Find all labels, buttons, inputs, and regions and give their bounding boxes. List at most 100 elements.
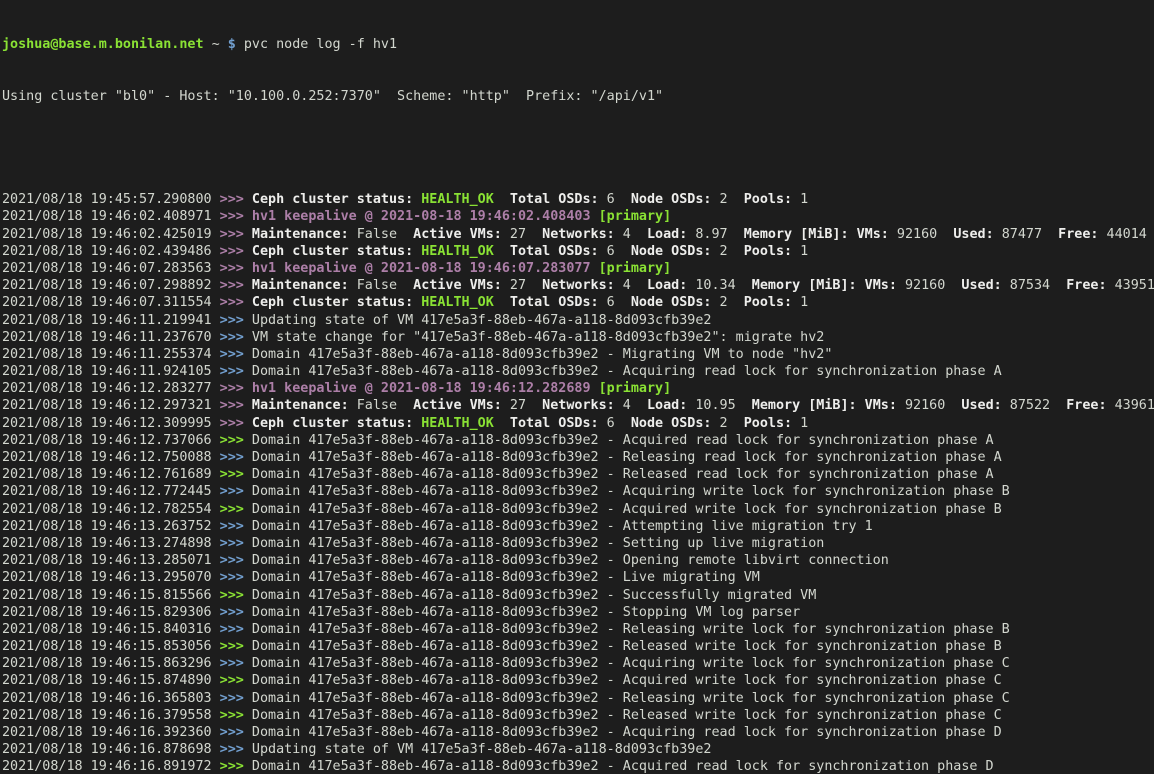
field-label: Node OSDs:	[631, 244, 712, 259]
field-label: Memory [MiB]: VMs:	[752, 398, 897, 413]
log-arrow-icon: >>>	[220, 588, 252, 603]
log-timestamp: 2021/08/18 19:46:15.815566	[2, 588, 220, 603]
field-gap	[615, 416, 631, 431]
log-message: Domain 417e5a3f-88eb-467a-a118-8d093cfb3…	[252, 502, 1002, 517]
terminal-screen: joshua@base.m.bonilan.net ~ $ pvc node l…	[0, 0, 1154, 774]
log-line: 2021/08/18 19:46:15.815566 >>> Domain 41…	[2, 587, 1154, 604]
log-arrow-icon: >>>	[220, 209, 252, 224]
field-gap	[728, 416, 744, 431]
field-label: Ceph cluster status:	[252, 244, 421, 259]
field-label: Node OSDs:	[631, 192, 712, 207]
log-line: 2021/08/18 19:46:07.311554 >>> Ceph clus…	[2, 294, 1154, 311]
log-line: 2021/08/18 19:46:13.295070 >>> Domain 41…	[2, 569, 1154, 586]
log-timestamp: 2021/08/18 19:46:02.408971	[2, 209, 220, 224]
field-label: Maintenance:	[252, 278, 349, 293]
field-value: 92160	[889, 227, 954, 242]
log-line: 2021/08/18 19:46:16.379558 >>> Domain 41…	[2, 707, 1154, 724]
log-message: Domain 417e5a3f-88eb-467a-a118-8d093cfb3…	[252, 484, 1010, 499]
log-line: 2021/08/18 19:46:12.772445 >>> Domain 41…	[2, 483, 1154, 500]
field-value: 8.97	[687, 227, 743, 242]
log-arrow-icon: >>>	[220, 605, 252, 620]
field-label: Used:	[961, 278, 1001, 293]
field-value: 1	[792, 295, 808, 310]
log-message: Domain 417e5a3f-88eb-467a-a118-8d093cfb3…	[252, 519, 873, 534]
field-value: 43951	[1107, 278, 1154, 293]
field-label: Total OSDs:	[510, 244, 599, 259]
field-value: False	[349, 398, 414, 413]
command-text: pvc node log -f hv1	[244, 37, 397, 52]
field-label: Networks:	[542, 278, 615, 293]
log-line: 2021/08/18 19:46:07.298892 >>> Maintenan…	[2, 277, 1154, 294]
log-arrow-icon: >>>	[220, 192, 252, 207]
field-label: Total OSDs:	[510, 416, 599, 431]
field-value: False	[349, 227, 414, 242]
log-timestamp: 2021/08/18 19:46:15.874890	[2, 673, 220, 688]
field-label: Networks:	[542, 227, 615, 242]
log-timestamp: 2021/08/18 19:46:13.295070	[2, 570, 220, 585]
log-arrow-icon: >>>	[220, 227, 252, 242]
log-timestamp: 2021/08/18 19:46:15.840316	[2, 622, 220, 637]
field-gap	[494, 244, 510, 259]
field-value: 4	[615, 227, 647, 242]
field-label: Node OSDs:	[631, 295, 712, 310]
field-gap	[615, 244, 631, 259]
log-arrow-icon: >>>	[220, 725, 252, 740]
log-arrow-icon: >>>	[220, 502, 252, 517]
field-value: 2	[711, 192, 727, 207]
primary-badge: [primary]	[599, 261, 672, 276]
log-lines: 2021/08/18 19:45:57.290800 >>> Ceph clus…	[2, 191, 1154, 774]
log-line: 2021/08/18 19:46:16.392360 >>> Domain 41…	[2, 724, 1154, 741]
log-timestamp: 2021/08/18 19:46:12.283277	[2, 381, 220, 396]
log-arrow-icon: >>>	[220, 536, 252, 551]
log-message: Domain 417e5a3f-88eb-467a-a118-8d093cfb3…	[252, 570, 760, 585]
prompt-symbol: $	[228, 37, 236, 52]
field-label: Total OSDs:	[510, 192, 599, 207]
log-line: 2021/08/18 19:46:12.761689 >>> Domain 41…	[2, 466, 1154, 483]
log-arrow-icon: >>>	[220, 691, 252, 706]
log-line: 2021/08/18 19:46:16.891972 >>> Domain 41…	[2, 758, 1154, 774]
log-timestamp: 2021/08/18 19:46:12.750088	[2, 450, 220, 465]
field-label: Maintenance:	[252, 227, 349, 242]
field-value: 6	[599, 244, 615, 259]
log-message: Domain 417e5a3f-88eb-467a-a118-8d093cfb3…	[252, 656, 1010, 671]
field-value: False	[349, 278, 414, 293]
log-arrow-icon: >>>	[220, 278, 252, 293]
log-arrow-icon: >>>	[220, 467, 252, 482]
log-arrow-icon: >>>	[220, 759, 252, 774]
log-timestamp: 2021/08/18 19:46:16.891972	[2, 759, 220, 774]
log-message: Updating state of VM 417e5a3f-88eb-467a-…	[252, 313, 712, 328]
field-label: Ceph cluster status:	[252, 295, 421, 310]
log-line: 2021/08/18 19:45:57.290800 >>> Ceph clus…	[2, 191, 1154, 208]
log-arrow-icon: >>>	[220, 450, 252, 465]
log-arrow-icon: >>>	[220, 742, 252, 757]
field-value: 10.34	[687, 278, 752, 293]
log-timestamp: 2021/08/18 19:46:15.853056	[2, 639, 220, 654]
log-message: Domain 417e5a3f-88eb-467a-a118-8d093cfb3…	[252, 553, 889, 568]
log-message: Domain 417e5a3f-88eb-467a-a118-8d093cfb3…	[252, 347, 832, 362]
log-arrow-icon: >>>	[220, 347, 252, 362]
log-timestamp: 2021/08/18 19:46:13.285071	[2, 553, 220, 568]
keepalive-message: hv1 keepalive @ 2021-08-18 19:46:07.2830…	[252, 261, 599, 276]
field-value: 2	[711, 416, 727, 431]
field-value: 1	[792, 244, 808, 259]
field-gap	[728, 192, 744, 207]
log-timestamp: 2021/08/18 19:46:07.283563	[2, 261, 220, 276]
log-line: 2021/08/18 19:46:12.737066 >>> Domain 41…	[2, 432, 1154, 449]
log-line: 2021/08/18 19:46:13.274898 >>> Domain 41…	[2, 535, 1154, 552]
log-arrow-icon: >>>	[220, 313, 252, 328]
field-gap	[728, 295, 744, 310]
field-label: Ceph cluster status:	[252, 416, 421, 431]
prompt-line: joshua@base.m.bonilan.net ~ $ pvc node l…	[2, 36, 1154, 53]
field-value: 87477	[994, 227, 1059, 242]
space	[204, 37, 212, 52]
log-timestamp: 2021/08/18 19:46:16.365803	[2, 691, 220, 706]
log-timestamp: 2021/08/18 19:46:15.863296	[2, 656, 220, 671]
log-arrow-icon: >>>	[220, 398, 252, 413]
log-line: 2021/08/18 19:46:15.829306 >>> Domain 41…	[2, 604, 1154, 621]
field-value: 87534	[1002, 278, 1067, 293]
blank-line	[2, 140, 1154, 157]
space	[220, 37, 228, 52]
field-value: 6	[599, 295, 615, 310]
field-gap	[494, 416, 510, 431]
field-label: Memory [MiB]: VMs:	[744, 227, 889, 242]
